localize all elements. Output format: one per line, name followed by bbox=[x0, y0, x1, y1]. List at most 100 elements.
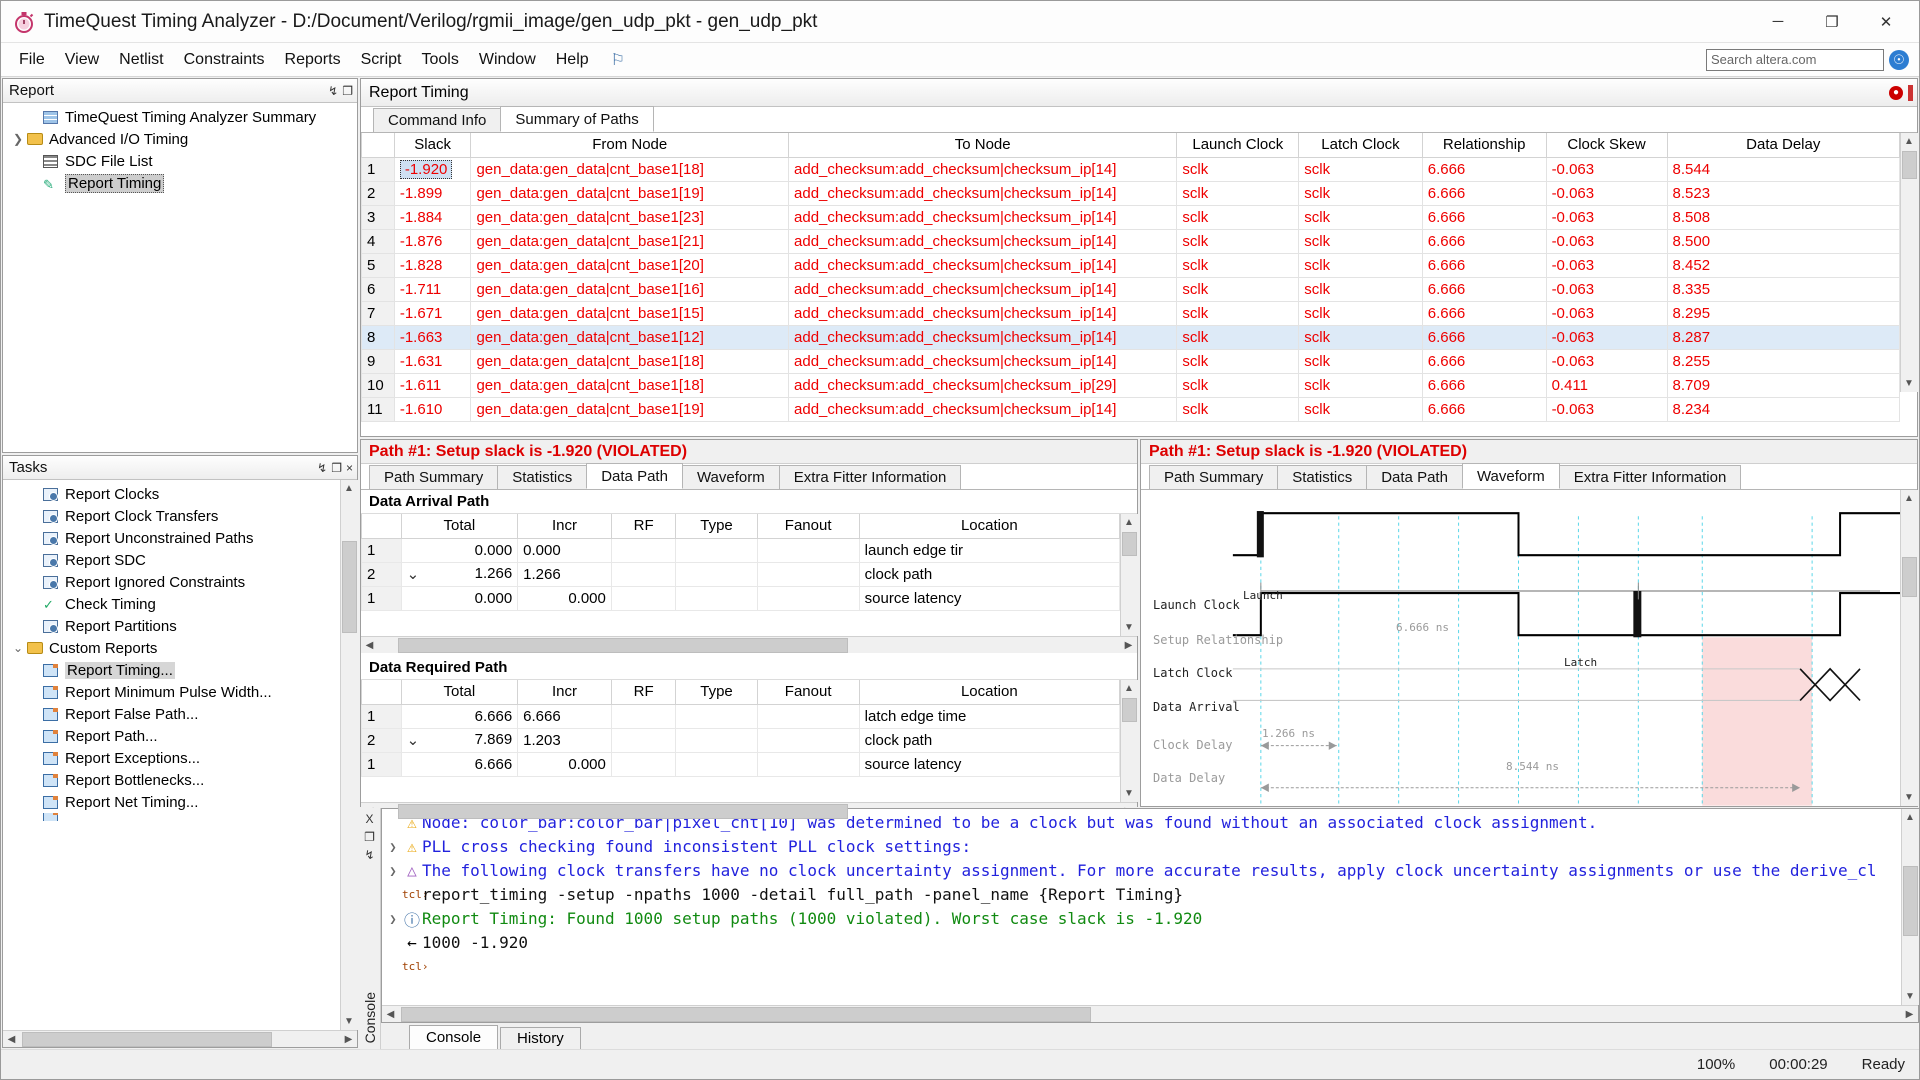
scroll-up-icon[interactable]: ▲ bbox=[340, 480, 358, 497]
col-total[interactable]: Total bbox=[400, 680, 519, 705]
scroll-track[interactable] bbox=[378, 803, 1120, 820]
console-line[interactable]: tcl› bbox=[384, 955, 1901, 979]
console-output[interactable]: ⚠ Node: color_bar:color_bar|pixel_cnt[10… bbox=[382, 809, 1901, 1005]
tab-waveform[interactable]: Waveform bbox=[681, 465, 780, 489]
scroll-down-icon[interactable]: ▼ bbox=[1120, 619, 1138, 636]
error-badge-icon[interactable]: ● bbox=[1889, 85, 1903, 100]
scroll-right-icon[interactable]: ▶ bbox=[1120, 637, 1137, 654]
scroll-down-icon[interactable]: ▼ bbox=[1120, 785, 1138, 802]
scroll-right-icon[interactable]: ▶ bbox=[1901, 1006, 1918, 1023]
scroll-up-icon[interactable]: ▲ bbox=[1900, 490, 1918, 507]
scroll-track[interactable] bbox=[1900, 150, 1918, 375]
tab-path-summary[interactable]: Path Summary bbox=[1149, 465, 1279, 489]
menu-reports[interactable]: Reports bbox=[275, 48, 351, 72]
task-report-unconstrained-paths[interactable]: Report Unconstrained Paths bbox=[3, 527, 340, 549]
scroll-up-icon[interactable]: ▲ bbox=[1900, 133, 1918, 150]
table-row[interactable]: 4 -1.876 gen_data:gen_data|cnt_base1[21]… bbox=[361, 228, 1901, 254]
task-report-false-path[interactable]: Report False Path... bbox=[3, 703, 340, 725]
menu-constraints[interactable]: Constraints bbox=[174, 48, 275, 72]
console-line[interactable]: ❯ ⚠ PLL cross checking found inconsisten… bbox=[384, 835, 1901, 859]
table-row[interactable]: 9 -1.631 gen_data:gen_data|cnt_base1[18]… bbox=[361, 348, 1901, 374]
scroll-track[interactable] bbox=[399, 1006, 1901, 1023]
col-clock-skew[interactable]: Clock Skew bbox=[1545, 133, 1668, 158]
arrival-horizontal-scrollbar[interactable]: ◀ ▶ bbox=[361, 636, 1137, 653]
close-icon[interactable]: × bbox=[346, 461, 353, 475]
table-row[interactable]: 1 0.000 0.000 source latency bbox=[361, 585, 1120, 611]
minimize-button[interactable]: ─ bbox=[1751, 2, 1805, 42]
task-check-timing[interactable]: ✓ Check Timing bbox=[3, 593, 340, 615]
table-row[interactable]: 7 -1.671 gen_data:gen_data|cnt_base1[15]… bbox=[361, 300, 1901, 326]
cell-slack[interactable]: -1.920 bbox=[393, 156, 472, 182]
close-button[interactable]: ✕ bbox=[1859, 2, 1913, 42]
col-data-delay[interactable]: Data Delay bbox=[1666, 133, 1901, 158]
scroll-track[interactable] bbox=[340, 497, 358, 1013]
task-report-net-timing[interactable]: Report Net Timing... bbox=[3, 791, 340, 813]
task-report-partitions[interactable]: Report Partitions bbox=[3, 615, 340, 637]
tasks-horizontal-scrollbar[interactable]: ◀ ▶ bbox=[3, 1030, 357, 1047]
flag-icon[interactable]: ⚐ bbox=[611, 50, 625, 70]
scroll-up-icon[interactable]: ▲ bbox=[1120, 680, 1138, 697]
col-index[interactable] bbox=[361, 133, 395, 158]
pin-icon[interactable]: ↯ bbox=[328, 84, 338, 98]
col-fanout[interactable]: Fanout bbox=[756, 514, 860, 539]
tab-path-summary[interactable]: Path Summary bbox=[369, 465, 499, 489]
task-report-minimum-pulse-width[interactable]: Report Minimum Pulse Width... bbox=[3, 681, 340, 703]
table-row[interactable]: 1 6.666 6.666 latch edge time bbox=[361, 703, 1120, 729]
col-rf[interactable]: RF bbox=[610, 514, 677, 539]
scroll-track[interactable] bbox=[1120, 531, 1138, 619]
scroll-right-icon[interactable]: ▶ bbox=[340, 1031, 357, 1048]
float-icon[interactable]: ❐ bbox=[364, 830, 375, 844]
scroll-up-icon[interactable]: ▲ bbox=[1901, 808, 1919, 826]
report-tree-item-report-timing[interactable]: ✎ Report Timing bbox=[3, 172, 357, 194]
col-incr[interactable]: Incr bbox=[517, 514, 612, 539]
tasks-vertical-scrollbar[interactable]: ▲ ▼ bbox=[340, 480, 358, 1030]
tab-command-info[interactable]: Command Info bbox=[373, 108, 502, 132]
scroll-down-icon[interactable]: ▼ bbox=[340, 1013, 358, 1030]
tab-console[interactable]: Console bbox=[409, 1025, 499, 1049]
tab-history[interactable]: History bbox=[500, 1027, 581, 1049]
table-row[interactable]: 8 -1.663 gen_data:gen_data|cnt_base1[12]… bbox=[361, 324, 1901, 350]
pin-icon[interactable]: ↯ bbox=[317, 461, 327, 475]
col-type[interactable]: Type bbox=[675, 514, 758, 539]
scroll-track[interactable] bbox=[1900, 507, 1918, 789]
menu-script[interactable]: Script bbox=[351, 48, 412, 72]
scroll-track[interactable] bbox=[378, 637, 1120, 654]
table-row[interactable]: 11 -1.610 gen_data:gen_data|cnt_base1[19… bbox=[361, 396, 1901, 422]
console-line[interactable]: ❯ ⓘ Report Timing: Found 1000 setup path… bbox=[384, 907, 1901, 931]
col-from-node[interactable]: From Node bbox=[470, 133, 790, 158]
table-row[interactable]: 1 0.000 0.000 launch edge tir bbox=[361, 537, 1120, 563]
waveform-vertical-scrollbar[interactable]: ▲ ▼ bbox=[1900, 490, 1918, 806]
report-tree-item-advanced-io[interactable]: ❯ Advanced I/O Timing bbox=[3, 128, 357, 150]
scroll-left-icon[interactable]: ◀ bbox=[3, 1031, 20, 1048]
twisty[interactable]: ❯ bbox=[384, 912, 402, 926]
task-report-bottlenecks[interactable]: Report Bottlenecks... bbox=[3, 769, 340, 791]
task-report-path[interactable]: Report Path... bbox=[3, 725, 340, 747]
scroll-left-icon[interactable]: ◀ bbox=[361, 637, 378, 654]
close-marker-icon[interactable] bbox=[1908, 84, 1913, 101]
menu-tools[interactable]: Tools bbox=[411, 48, 468, 72]
menu-file[interactable]: File bbox=[9, 48, 55, 72]
task-report-exceptions[interactable]: Report Exceptions... bbox=[3, 747, 340, 769]
table-row[interactable]: 10 -1.611 gen_data:gen_data|cnt_base1[18… bbox=[361, 372, 1901, 398]
col-to-node[interactable]: To Node bbox=[788, 133, 1178, 158]
summary-vertical-scrollbar[interactable]: ▲ ▼ bbox=[1900, 133, 1918, 392]
task-report-ignored-constraints[interactable]: Report Ignored Constraints bbox=[3, 571, 340, 593]
scroll-down-icon[interactable]: ▼ bbox=[1901, 988, 1919, 1005]
console-line[interactable]: ← 1000 -1.920 bbox=[384, 931, 1901, 955]
task-report-sdc[interactable]: Report SDC bbox=[3, 549, 340, 571]
scroll-left-icon[interactable]: ◀ bbox=[382, 1006, 399, 1023]
required-vertical-scrollbar[interactable]: ▲ ▼ bbox=[1120, 680, 1138, 802]
col-type[interactable]: Type bbox=[675, 680, 758, 705]
globe-icon[interactable]: ☉ bbox=[1889, 49, 1909, 70]
tab-statistics[interactable]: Statistics bbox=[1277, 465, 1368, 489]
table-row[interactable]: 5 -1.828 gen_data:gen_data|cnt_base1[20]… bbox=[361, 252, 1901, 278]
col-relationship[interactable]: Relationship bbox=[1421, 133, 1547, 158]
task-report-clocks[interactable]: Report Clocks bbox=[3, 483, 340, 505]
float-icon[interactable]: ❐ bbox=[342, 84, 353, 98]
tab-extra-fitter-information[interactable]: Extra Fitter Information bbox=[778, 465, 962, 489]
console-vertical-scrollbar[interactable]: ▲ ▼ bbox=[1901, 808, 1919, 1005]
col-total[interactable]: Total bbox=[400, 514, 519, 539]
col-location[interactable]: Location bbox=[858, 680, 1120, 705]
expand-chevron-icon[interactable]: ⌄ bbox=[407, 565, 420, 583]
table-row[interactable]: 3 -1.884 gen_data:gen_data|cnt_base1[23]… bbox=[361, 204, 1901, 230]
